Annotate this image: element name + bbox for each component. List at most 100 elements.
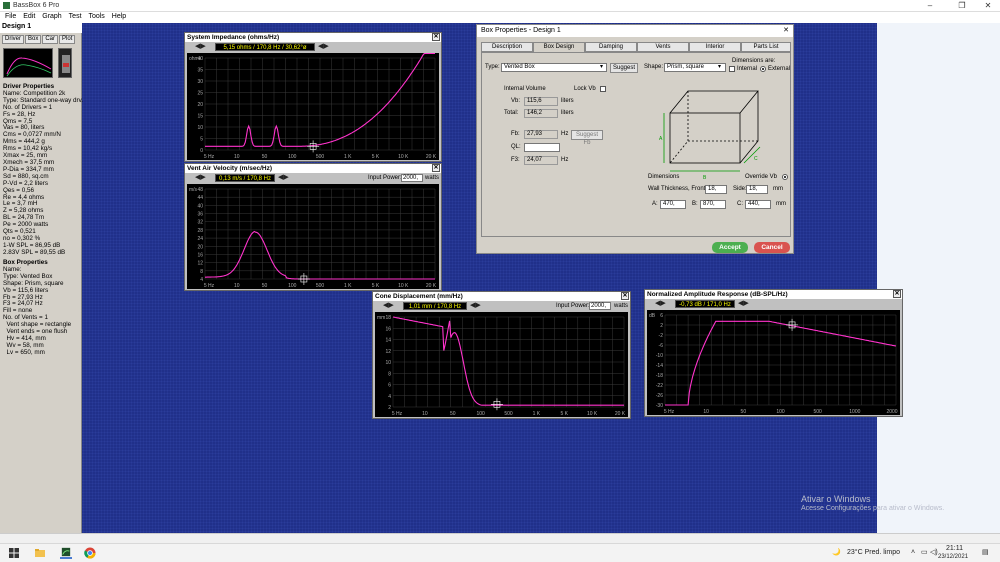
a-field[interactable]: 470, bbox=[660, 200, 686, 209]
close-icon[interactable]: ✕ bbox=[893, 290, 901, 298]
menu-file[interactable]: File bbox=[5, 13, 16, 20]
external-radio[interactable] bbox=[760, 66, 766, 72]
dimensions-are-label: Dimensions are: bbox=[732, 58, 776, 64]
impedance-plot[interactable]: 40 35 30 25 20 15 10 5 0 ohms 5 Hz 10 50 100 500 1 K5 K… bbox=[187, 53, 439, 160]
bassbox-app-icon[interactable] bbox=[60, 547, 72, 559]
tray-chevron-icon[interactable]: ˄ bbox=[911, 549, 915, 556]
tab-box[interactable]: Box bbox=[25, 35, 42, 44]
x-tick-label: 5 Hz bbox=[392, 411, 403, 417]
tab-driver[interactable]: Driver bbox=[2, 35, 24, 44]
crosshair-cursor[interactable] bbox=[297, 273, 310, 285]
left-arrow-icon[interactable]: ◀▶ bbox=[655, 300, 666, 308]
y-tick-label: 0 bbox=[200, 148, 203, 154]
right-arrow-icon[interactable]: ◀▶ bbox=[738, 300, 749, 308]
tab-interior[interactable]: Interior bbox=[689, 42, 741, 52]
suggest-fb-button[interactable]: Suggest Fb bbox=[571, 130, 603, 146]
vb-field[interactable]: 115,6 bbox=[524, 97, 558, 106]
type-select[interactable]: Vented Box bbox=[501, 63, 607, 72]
crosshair-cursor[interactable] bbox=[307, 140, 320, 153]
y-tick-label: -30 bbox=[656, 403, 663, 409]
input-power-field[interactable]: 2000, bbox=[401, 174, 423, 182]
accept-button[interactable]: Accept bbox=[712, 242, 748, 253]
fb-field[interactable]: 27,93 bbox=[524, 130, 558, 139]
right-arrow-icon[interactable]: ◀▶ bbox=[318, 43, 329, 51]
external-label: External bbox=[768, 66, 791, 72]
x-tick-label: 10 K bbox=[398, 283, 409, 289]
close-icon[interactable]: ✕ bbox=[781, 26, 791, 35]
crosshair-cursor[interactable] bbox=[786, 318, 799, 331]
close-icon[interactable]: ✕ bbox=[432, 164, 440, 172]
chevron-down-icon[interactable]: ▾ bbox=[600, 64, 603, 71]
watts-label: watts bbox=[425, 175, 440, 181]
notification-icon[interactable]: ▤ bbox=[982, 548, 989, 556]
taskbar: 🌙 23°C Pred. limpo ˄ ▭ ◁) 21:11 23/12/20… bbox=[0, 543, 1000, 562]
close-icon[interactable]: ✕ bbox=[621, 292, 629, 300]
wall-side-field[interactable]: 18, bbox=[746, 185, 768, 194]
y-tick-label: 25 bbox=[197, 91, 203, 97]
y-tick-label: 12 bbox=[197, 261, 203, 267]
left-arrow-icon[interactable]: ◀▶ bbox=[195, 174, 206, 182]
volume-icon[interactable]: ◁) bbox=[930, 548, 938, 556]
box-thumbnail[interactable] bbox=[58, 48, 72, 78]
tab-vents[interactable]: Vents bbox=[637, 42, 689, 52]
y-tick-label: 2 bbox=[660, 323, 663, 329]
close-button[interactable]: ✕ bbox=[978, 1, 998, 10]
tab-plot[interactable]: Plot bbox=[59, 35, 76, 44]
menu-test[interactable]: Test bbox=[69, 13, 82, 20]
clock-time[interactable]: 21:11 bbox=[946, 545, 963, 552]
override-vb-radio[interactable] bbox=[782, 174, 788, 180]
y-tick-label: -22 bbox=[656, 383, 663, 389]
menu-graph[interactable]: Graph bbox=[42, 13, 61, 20]
velocity-window: Vent Air Velocity (m/sec/Hz) ✕ ◀▶ 0,13 m/… bbox=[184, 163, 442, 291]
menu-bar: File Edit Graph Test Tools Help bbox=[0, 12, 1000, 23]
windows-start-icon[interactable] bbox=[8, 547, 20, 559]
b-field[interactable]: 870, bbox=[700, 200, 726, 209]
clock-date[interactable]: 23/12/2021 bbox=[938, 554, 968, 560]
left-arrow-icon[interactable]: ◀▶ bbox=[195, 43, 206, 51]
x-tick-label: 1 K bbox=[533, 411, 541, 417]
cone-plot[interactable]: 18 16 14 12 10 8 6 4 2 mm 5 Hz 10 50 100 500 1 K 5 K 10 K… bbox=[375, 312, 628, 417]
right-arrow-icon[interactable]: ◀▶ bbox=[278, 174, 289, 182]
chevron-down-icon[interactable]: ▾ bbox=[718, 64, 721, 71]
c-field[interactable]: 440, bbox=[745, 200, 771, 209]
y-tick-label: 28 bbox=[197, 228, 203, 234]
ql-field[interactable] bbox=[524, 143, 560, 152]
network-icon[interactable]: ▭ bbox=[921, 548, 928, 556]
tab-parts-list[interactable]: Parts List bbox=[741, 42, 791, 52]
internal-radio[interactable] bbox=[729, 66, 735, 72]
wall-front-field[interactable]: 18, bbox=[705, 185, 727, 194]
velocity-title: Vent Air Velocity (m/sec/Hz) bbox=[187, 165, 273, 172]
suggest-button[interactable]: Suggest bbox=[610, 63, 638, 73]
x-tick-label: 100 bbox=[476, 411, 485, 417]
lock-vb-checkbox[interactable] bbox=[600, 86, 606, 92]
weather-text[interactable]: 23°C Pred. limpo bbox=[847, 549, 900, 556]
f3-field: 24,07 bbox=[524, 156, 558, 165]
tab-damping[interactable]: Damping bbox=[585, 42, 637, 52]
tab-car[interactable]: Car bbox=[42, 35, 59, 44]
response-plot[interactable]: 6 2 -2 -6 -10 -14 -18 -22 -26 -30 dB 5 Hz 10 50 100 500… bbox=[647, 310, 900, 415]
cancel-button[interactable]: Cancel bbox=[754, 242, 790, 253]
design-thumbnail[interactable] bbox=[3, 48, 53, 78]
crosshair-cursor[interactable] bbox=[490, 398, 503, 411]
tab-description[interactable]: Description bbox=[481, 42, 533, 52]
folder-icon[interactable] bbox=[34, 547, 46, 559]
maximize-button[interactable]: ❐ bbox=[952, 1, 972, 10]
close-icon[interactable]: ✕ bbox=[432, 33, 440, 41]
velocity-plot[interactable]: 48 44 40 36 32 28 24 20 16 12 8 4 m/s 5 Hz 10 50 100 500 1… bbox=[187, 184, 439, 289]
weather-icon[interactable]: 🌙 bbox=[832, 548, 841, 556]
tab-box-design[interactable]: Box Design bbox=[533, 42, 585, 52]
left-arrow-icon[interactable]: ◀▶ bbox=[383, 302, 394, 310]
shape-select[interactable]: Prism, square bbox=[664, 63, 726, 72]
input-power-field[interactable]: 2000, bbox=[589, 302, 611, 310]
x-tick-label: 10 K bbox=[398, 154, 409, 160]
menu-tools[interactable]: Tools bbox=[88, 13, 104, 20]
right-arrow-icon[interactable]: ◀▶ bbox=[470, 302, 481, 310]
y-tick-label: -14 bbox=[656, 363, 663, 369]
f3-label: F3: bbox=[511, 157, 520, 163]
minimize-button[interactable]: – bbox=[920, 1, 940, 10]
override-vb-label: Override Vb bbox=[745, 174, 778, 180]
menu-help[interactable]: Help bbox=[112, 13, 126, 20]
chrome-icon[interactable] bbox=[84, 547, 96, 559]
y-tick-label: -26 bbox=[656, 393, 663, 399]
menu-edit[interactable]: Edit bbox=[23, 13, 35, 20]
